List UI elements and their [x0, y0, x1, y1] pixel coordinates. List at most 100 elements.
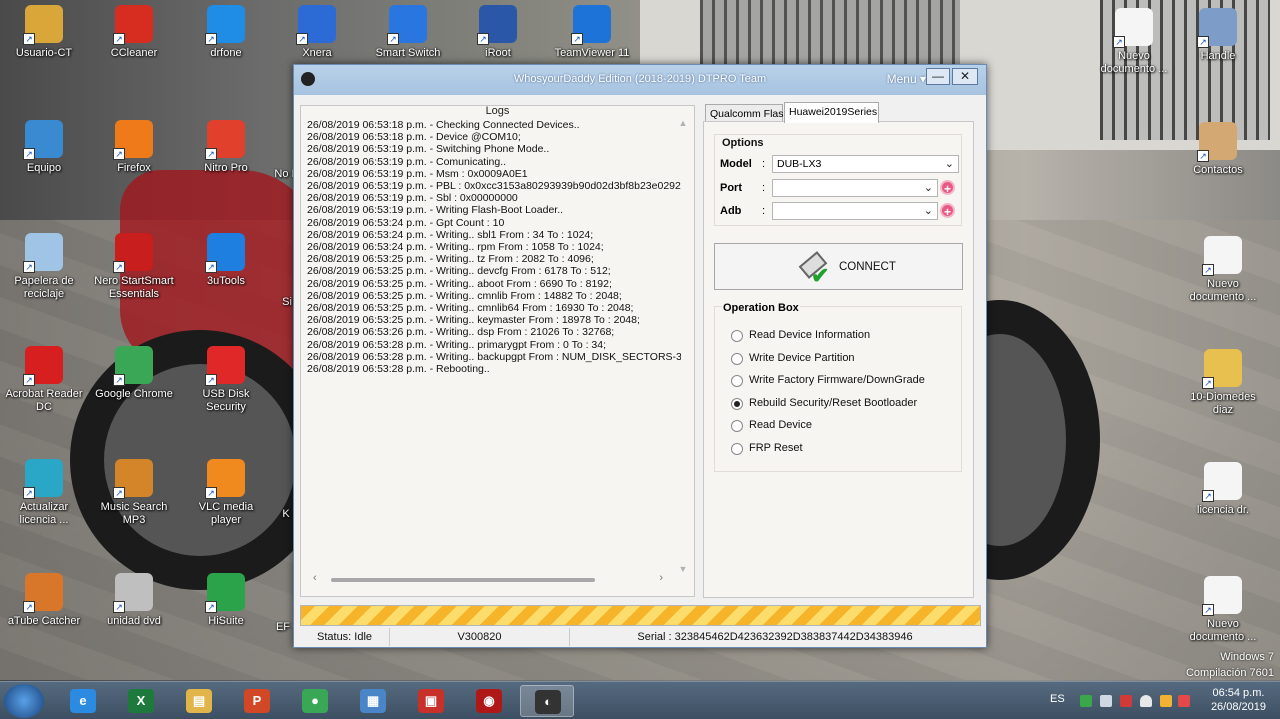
taskbar-app-powerpoint[interactable]: P	[230, 685, 284, 717]
desktop-icon[interactable]: ↗ USB Disk Security	[183, 346, 269, 414]
desktop-icon[interactable]: ↗ 10-Diomedes diaz	[1180, 349, 1266, 417]
desktop-icon[interactable]: ↗ Smart Switch	[365, 5, 451, 60]
taskbar-app-dtpro[interactable]: ◐	[520, 685, 574, 717]
scroll-right-icon[interactable]: ›	[659, 572, 663, 584]
desktop-icon[interactable]: ↗ aTube Catcher	[1, 573, 87, 628]
desktop-icon[interactable]: ↗ unidad dvd	[91, 573, 177, 628]
minimize-button[interactable]: —	[926, 68, 950, 85]
app-icon: ↗	[1202, 576, 1242, 616]
desktop-icon[interactable]: ↗ Papelera de reciclaje	[1, 233, 87, 301]
desktop-icon[interactable]: ↗ Nuevo documento ...	[1091, 8, 1177, 76]
operation-radio[interactable]: Write Factory Firmware/DownGrade	[731, 374, 961, 388]
update-icon[interactable]	[1160, 695, 1172, 707]
operation-radio[interactable]: Rebuild Security/Reset Bootloader	[731, 397, 961, 411]
usb-plug-check-icon: ✔	[795, 251, 831, 288]
shortcut-arrow-icon: ↗	[1113, 36, 1125, 48]
taskbar-app-redtool[interactable]: ◉	[462, 685, 516, 717]
port-refresh-button[interactable]: +	[940, 180, 955, 196]
desktop-icon-label: Google Chrome	[95, 388, 173, 400]
app-icon: ↗	[571, 5, 611, 45]
taskbar-app-toolbox[interactable]: ▣	[404, 685, 458, 717]
desktop-icon[interactable]: ↗ Handle	[1175, 8, 1261, 63]
alert-icon[interactable]	[1178, 695, 1190, 707]
desktop-icon[interactable]: ↗ TeamViewer 11	[549, 5, 635, 60]
window-titlebar[interactable]: WhosyourDaddy Edition (2018-2019) DTPRO …	[294, 65, 986, 95]
desktop-icon[interactable]: ↗ Nuevo documento ...	[1180, 236, 1266, 304]
close-button[interactable]: ✕	[952, 68, 978, 85]
logs-horizontal-scrollbar[interactable]: ‹ ›	[313, 572, 663, 586]
operation-radio[interactable]: Read Device Information	[731, 329, 961, 343]
desktop-icon[interactable]: ↗ Xnera	[274, 5, 360, 60]
model-select[interactable]: DUB-LX3 ⌄	[772, 155, 959, 173]
desktop-icon[interactable]: ↗ Music Search MP3	[91, 459, 177, 527]
desktop-icon[interactable]: ↗ VLC media player	[183, 459, 269, 527]
desktop-icon[interactable]: ↗ Nuevo documento ...	[1180, 576, 1266, 644]
desktop-icon[interactable]: ↗ Firefox	[91, 120, 177, 175]
operation-radio-label: Read Device	[749, 419, 812, 431]
adb-select[interactable]: ⌄	[772, 202, 938, 220]
taskbar-app-network[interactable]: ▦	[346, 685, 400, 717]
desktop-icon[interactable]: ↗ Usuario-CT	[1, 5, 87, 60]
taskbar-app-ie[interactable]: e	[56, 685, 110, 717]
model-label: Model	[720, 158, 752, 170]
shortcut-arrow-icon: ↗	[205, 33, 217, 45]
shortcut-arrow-icon: ↗	[113, 261, 125, 273]
tab-huawei2019series[interactable]: Huawei2019Series	[784, 102, 879, 123]
taskbar-app-chrome[interactable]: ●	[288, 685, 342, 717]
window-title: WhosyourDaddy Edition (2018-2019) DTPRO …	[513, 73, 767, 85]
language-indicator[interactable]: ES	[1050, 693, 1065, 705]
chevron-down-icon: ⌄	[923, 182, 933, 194]
radio-circle-icon[interactable]	[731, 352, 743, 365]
radio-circle-icon[interactable]	[731, 397, 743, 410]
taskbar-app-excel[interactable]: X	[114, 685, 168, 717]
desktop-icon[interactable]: ↗ HiSuite	[183, 573, 269, 628]
desktop-icon-label: Music Search MP3	[100, 501, 168, 526]
connect-button[interactable]: ✔ CONNECT	[714, 243, 963, 290]
desktop-icon[interactable]: ↗ CCleaner	[91, 5, 177, 60]
log-line: 26/08/2019 06:53:25 p.m. - Writing.. abo…	[307, 277, 612, 290]
desktop-icon[interactable]: ↗ Nitro Pro	[183, 120, 269, 175]
shortcut-arrow-icon: ↗	[23, 374, 35, 386]
shortcut-arrow-icon: ↗	[23, 601, 35, 613]
adb-refresh-button[interactable]: +	[940, 203, 955, 219]
operation-radio[interactable]: Write Device Partition	[731, 352, 961, 366]
start-button[interactable]	[4, 684, 44, 718]
radio-circle-icon[interactable]	[731, 375, 743, 387]
shortcut-arrow-icon: ↗	[205, 374, 217, 386]
scrollbar-thumb[interactable]	[331, 578, 595, 582]
scroll-left-icon[interactable]: ‹	[313, 572, 317, 584]
desktop-icon[interactable]: ↗ Equipo	[1, 120, 87, 175]
desktop-icon[interactable]: ↗ 3uTools	[183, 233, 269, 288]
desktop-icon[interactable]: ↗ Acrobat Reader DC	[1, 346, 87, 414]
logs-textarea[interactable]: 26/08/2019 06:53:18 p.m. - Checking Conn…	[307, 119, 681, 567]
menu-button[interactable]: Menu ▾	[887, 72, 926, 86]
radio-circle-icon[interactable]	[731, 330, 743, 342]
desktop-icon[interactable]: ↗ drfone	[183, 5, 269, 60]
desktop-icon[interactable]: ↗ licencia dr.	[1180, 462, 1266, 517]
radio-circle-icon[interactable]	[731, 420, 743, 432]
radio-circle-icon[interactable]	[731, 442, 743, 455]
shortcut-arrow-icon: ↗	[571, 33, 583, 45]
log-line: 26/08/2019 06:53:28 p.m. - Writing.. pri…	[307, 338, 607, 351]
port-select[interactable]: ⌄	[772, 179, 938, 197]
operation-radio[interactable]: Read Device	[731, 419, 961, 433]
shield-icon[interactable]	[1140, 695, 1152, 707]
network-icon[interactable]	[1080, 695, 1092, 707]
operation-radio[interactable]: FRP Reset	[731, 442, 961, 456]
volume-icon[interactable]	[1100, 695, 1112, 707]
desktop-icon[interactable]: ↗ Contactos	[1175, 122, 1261, 177]
taskbar-app-explorer[interactable]: ▤	[172, 685, 226, 717]
app-icon: ↗	[23, 233, 63, 273]
desktop-icon[interactable]: ↗ iRoot	[455, 5, 541, 60]
security-icon[interactable]	[1120, 695, 1132, 707]
scroll-down-icon[interactable]: ▼	[678, 564, 688, 574]
desktop-icon[interactable]: ↗ Nero StartSmart Essentials	[91, 233, 177, 301]
logs-vertical-scrollbar[interactable]: ▲ ▼	[678, 118, 688, 574]
scroll-up-icon[interactable]: ▲	[678, 118, 688, 128]
desktop-icon-label: 10-Diomedes diaz	[1190, 391, 1256, 416]
desktop-icon[interactable]: ↗ Google Chrome	[91, 346, 177, 401]
adb-label: Adb	[720, 205, 742, 217]
desktop-icon[interactable]: ↗ Actualizar licencia ...	[1, 459, 87, 527]
app-icon: ↗	[205, 120, 245, 160]
clock[interactable]: 06:54 p.m. 26/08/2019	[1211, 686, 1266, 714]
